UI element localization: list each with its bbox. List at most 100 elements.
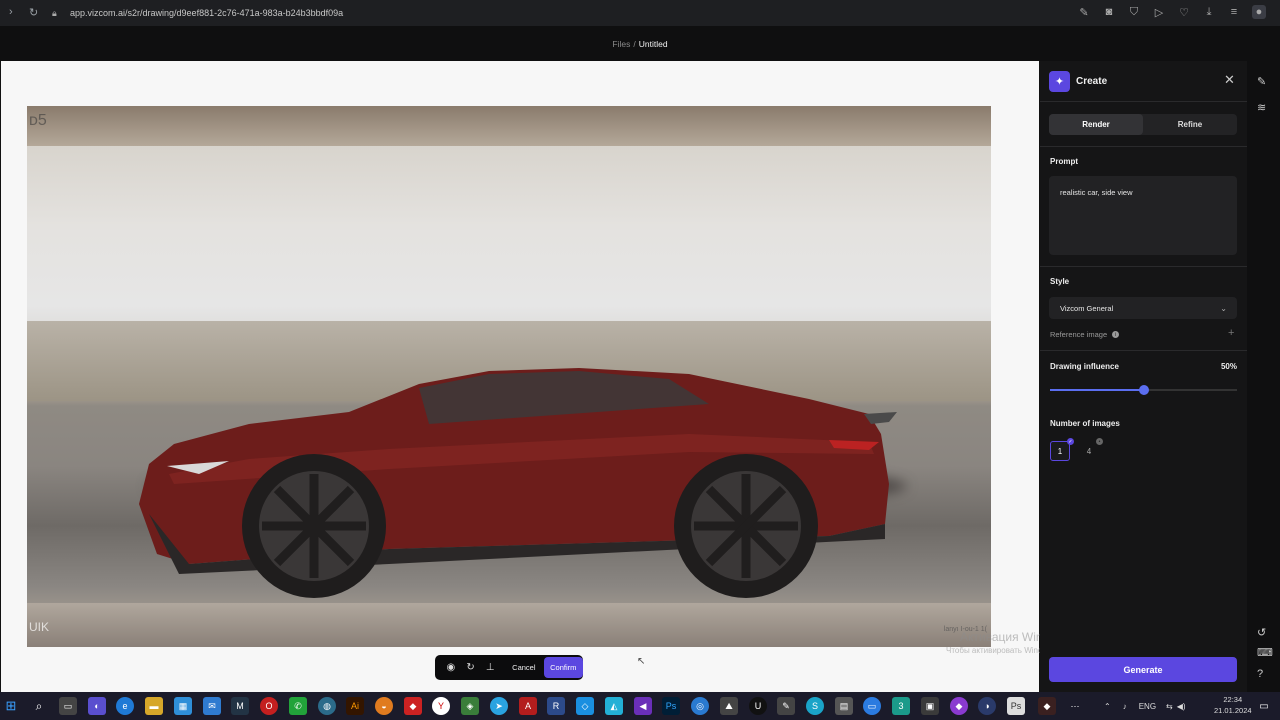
style-value: Vizcom General xyxy=(1060,303,1114,313)
opera-icon[interactable]: O xyxy=(260,697,278,715)
mode-tabs: Render Refine xyxy=(1049,114,1237,135)
chevron-up-icon[interactable]: ⌃ xyxy=(1104,702,1111,711)
unreal-icon[interactable]: U xyxy=(749,697,767,715)
rotate-icon[interactable]: ↻ xyxy=(461,658,481,678)
zoom-icon[interactable]: ▭ xyxy=(863,697,881,715)
reference-image-label: Reference image xyxy=(1050,330,1108,339)
app-gray-icon[interactable]: ▣ xyxy=(921,697,939,715)
m-app-icon[interactable]: M xyxy=(231,697,249,715)
help-icon[interactable]: ? xyxy=(1257,668,1263,680)
app-red-icon[interactable]: ◆ xyxy=(404,697,422,715)
tab-render[interactable]: Render xyxy=(1049,114,1143,135)
task-view-icon[interactable]: ▭ xyxy=(59,697,77,715)
revit-icon[interactable]: R xyxy=(547,697,565,715)
language-indicator[interactable]: ENG xyxy=(1139,702,1156,711)
browser-actions: ✎ ◙ ⛉ ▷ ♡ ⤓ ≡ ● xyxy=(1077,5,1266,19)
shield-icon[interactable]: ⛉ xyxy=(1127,5,1141,19)
network-icon[interactable]: ⇆ xyxy=(1166,702,1173,711)
visual-studio-icon[interactable]: ◀ xyxy=(634,697,652,715)
clock-time: 22:34 xyxy=(1223,695,1243,704)
edit-icon[interactable]: ✎ xyxy=(1077,5,1091,19)
num-images-option-1[interactable]: 1 xyxy=(1050,441,1070,461)
meet-app-icon[interactable]: ◐ xyxy=(88,697,106,715)
stamp-icon[interactable]: ⊥ xyxy=(480,658,500,678)
play-icon[interactable]: ▷ xyxy=(1152,5,1166,19)
drawing-influence-value: 50% xyxy=(1220,362,1237,371)
info-icon[interactable]: i xyxy=(1112,331,1120,338)
generate-button[interactable]: Generate xyxy=(1049,657,1237,682)
blender-icon[interactable]: ◒ xyxy=(375,697,393,715)
windows-taskbar: ⊞ ⌕ ▭ ◐ e ▬ ▦ ✉ M O ✆ ◍ Ai ◒ ◆ Y ◈ ➤ A R… xyxy=(0,692,1280,720)
folder-icon[interactable]: ▬ xyxy=(145,697,163,715)
acrobat-icon[interactable]: A xyxy=(519,697,537,715)
search-icon[interactable]: ⌕ xyxy=(30,697,48,715)
cube-app-icon[interactable]: ◇ xyxy=(576,697,594,715)
mail-icon[interactable]: ✉ xyxy=(203,697,221,715)
browser-app-icon[interactable]: ◍ xyxy=(318,697,336,715)
back-icon[interactable]: › xyxy=(9,6,13,18)
paint-app-icon[interactable]: ✎ xyxy=(777,697,795,715)
panel-header: ✦ Create xyxy=(1049,71,1107,92)
notepad-icon[interactable]: ▤ xyxy=(835,697,853,715)
wand-icon[interactable]: ✎ xyxy=(1257,75,1266,88)
menu-icon[interactable]: ≡ xyxy=(1227,5,1241,19)
keyboard-icon[interactable]: ⌨ xyxy=(1257,646,1273,659)
eye-icon[interactable]: ◉ xyxy=(441,658,461,678)
download-icon[interactable]: ⤓ xyxy=(1202,5,1216,19)
app-blue-icon[interactable]: ◑ xyxy=(978,697,996,715)
browser-toolbar: › ↻ 🔒︎ app.vizcom.ai/s2r/drawing/d9eef88… xyxy=(0,0,1280,26)
photoshop-icon[interactable]: Ps xyxy=(662,697,680,715)
clock[interactable]: 22:34 21.01.2024 xyxy=(1214,694,1252,716)
more-icon[interactable]: ⋯ xyxy=(1066,697,1084,715)
heart-icon[interactable]: ♡ xyxy=(1177,5,1191,19)
camera-icon[interactable]: ◙ xyxy=(1102,5,1116,19)
illustrator-icon[interactable]: Ai xyxy=(346,697,364,715)
breadcrumb-files[interactable]: Files xyxy=(612,39,630,49)
chevron-down-icon: ⌄ xyxy=(1220,303,1227,313)
style-select[interactable]: Vizcom General ⌄ xyxy=(1049,297,1237,319)
volume-icon[interactable]: ◀) xyxy=(1177,702,1186,711)
rendered-image: ᴅ5 UIK lanyı I-ou-1 1( xyxy=(27,106,991,647)
layers-icon[interactable]: ≋ xyxy=(1257,101,1266,114)
app-ps-icon[interactable]: Ps xyxy=(1007,697,1025,715)
phone-icon[interactable]: ✆ xyxy=(289,697,307,715)
mountain-app-icon[interactable]: ⛰ xyxy=(720,697,738,715)
app-header: Files / Untitled xyxy=(0,26,1280,61)
clock-date: 21.01.2024 xyxy=(1214,706,1252,715)
windows-start-icon[interactable]: ⊞ xyxy=(2,697,20,715)
edge-icon[interactable]: e xyxy=(116,697,134,715)
reload-icon[interactable]: ↻ xyxy=(29,6,38,19)
system-tray: ⌃ ♪ ENG ⇆ ◀) xyxy=(1104,692,1186,720)
cancel-button[interactable]: Cancel xyxy=(506,663,541,672)
num-images-option-4[interactable]: 4 xyxy=(1079,441,1099,461)
skype-icon[interactable]: S xyxy=(806,697,824,715)
car-illustration xyxy=(139,368,897,598)
tab-refine[interactable]: Refine xyxy=(1143,114,1237,135)
yandex-icon[interactable]: Y xyxy=(432,697,450,715)
lock-badge-icon: • xyxy=(1096,438,1103,445)
profile-icon[interactable]: ● xyxy=(1252,5,1266,19)
style-label: Style xyxy=(1050,277,1070,286)
sketchup-icon[interactable]: ◈ xyxy=(461,697,479,715)
app-purple-icon[interactable]: ◆ xyxy=(950,697,968,715)
microphone-icon[interactable]: ♪ xyxy=(1123,702,1127,711)
shape-app-icon[interactable]: ◭ xyxy=(605,697,623,715)
close-icon[interactable]: ✕ xyxy=(1224,72,1235,88)
address-bar[interactable]: 🔒︎ app.vizcom.ai/s2r/drawing/d9eef881-2c… xyxy=(52,0,343,26)
app-3-icon[interactable]: 3 xyxy=(892,697,910,715)
confirm-button[interactable]: Confirm xyxy=(543,657,583,678)
number-of-images-label: Number of images xyxy=(1050,419,1120,428)
drawing-influence-slider[interactable] xyxy=(1050,385,1237,395)
mouse-cursor-icon: ↖ xyxy=(637,656,646,667)
history-icon[interactable]: ↺ xyxy=(1257,626,1266,639)
prompt-input[interactable]: realistic car, side view xyxy=(1049,176,1237,255)
store-icon[interactable]: ▦ xyxy=(174,697,192,715)
app-dark-icon[interactable]: ◆ xyxy=(1038,697,1056,715)
add-reference-icon[interactable]: + xyxy=(1228,327,1234,339)
prompt-label: Prompt xyxy=(1050,157,1078,166)
steam-icon[interactable]: ◎ xyxy=(691,697,709,715)
slider-thumb[interactable] xyxy=(1138,385,1149,395)
telegram-icon[interactable]: ➤ xyxy=(490,697,508,715)
notifications-icon[interactable]: ▭ xyxy=(1255,697,1273,715)
page-title[interactable]: Untitled xyxy=(639,39,668,49)
